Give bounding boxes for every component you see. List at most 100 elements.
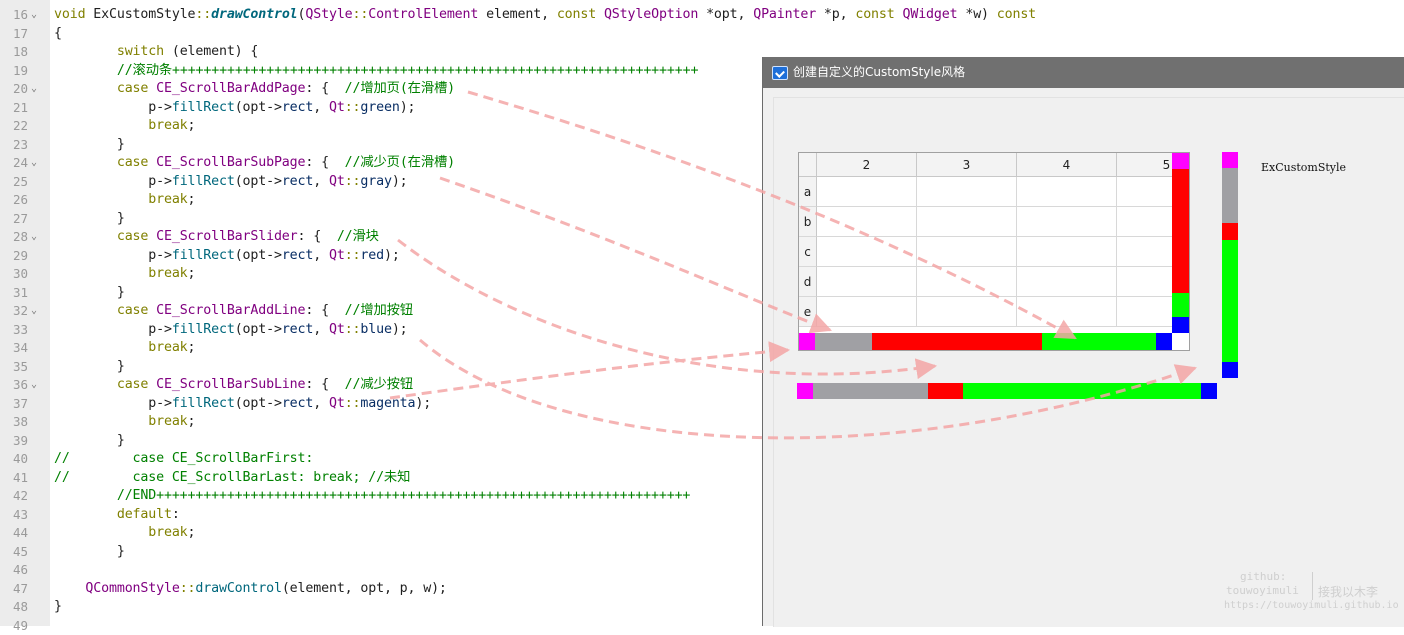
hscroll-sub-line-button[interactable]: [797, 383, 813, 399]
code-line[interactable]: 39 }: [0, 432, 760, 450]
code-line[interactable]: 38 break;: [0, 413, 760, 431]
hscroll-sub-page[interactable]: [813, 383, 928, 399]
table-cell[interactable]: [817, 237, 917, 267]
line-number: 18: [12, 44, 28, 59]
line-number: 28: [12, 229, 28, 244]
table-cell[interactable]: [1017, 177, 1117, 207]
code-text: //END+++++++++++++++++++++++++++++++++++…: [54, 487, 691, 505]
column-header[interactable]: 2: [817, 153, 917, 177]
code-line[interactable]: 31 }: [0, 284, 760, 302]
code-line[interactable]: 41 // case CE_ScrollBarLast: break; //未知: [0, 469, 760, 487]
code-token: }: [54, 599, 62, 614]
code-line[interactable]: 28 ⌄ case CE_ScrollBarSlider: { //滑块: [0, 228, 760, 246]
column-header[interactable]: 3: [917, 153, 1017, 177]
table-cell[interactable]: [917, 297, 1017, 327]
table-vscroll-add-line-button[interactable]: [1172, 317, 1189, 333]
fold-chevron-icon[interactable]: ⌄: [31, 6, 41, 24]
fold-chevron-icon[interactable]: ⌄: [31, 302, 41, 320]
code-line[interactable]: 42 //END++++++++++++++++++++++++++++++++…: [0, 487, 760, 505]
code-line[interactable]: 27 }: [0, 210, 760, 228]
table-cell[interactable]: [1017, 267, 1117, 297]
code-line[interactable]: 40 // case CE_ScrollBarFirst:: [0, 450, 760, 468]
code-token: rect: [281, 321, 314, 337]
code-line[interactable]: 36 ⌄ case CE_ScrollBarSubLine: { //减少按钮: [0, 376, 760, 394]
line-number: 34: [12, 340, 28, 355]
table-hscroll-add-page[interactable]: [1042, 333, 1156, 350]
code-text: case CE_ScrollBarSubPage: { //减少页(在滑槽): [54, 154, 455, 172]
table-cell[interactable]: [817, 297, 917, 327]
code-line[interactable]: 18 switch (element) {: [0, 43, 760, 61]
code-line[interactable]: 22 break;: [0, 117, 760, 135]
code-line[interactable]: 19 //滚动条++++++++++++++++++++++++++++++++…: [0, 62, 760, 80]
code-line[interactable]: 33 p->fillRect(opt->rect, Qt::blue);: [0, 321, 760, 339]
code-line[interactable]: 26 break;: [0, 191, 760, 209]
vscroll-add-line-button[interactable]: [1222, 362, 1238, 378]
table-vscroll-add-page[interactable]: [1172, 293, 1189, 317]
code-line[interactable]: 17 {: [0, 25, 760, 43]
table-vscroll-sub-line-button[interactable]: [1172, 153, 1189, 169]
table-cell[interactable]: [817, 267, 917, 297]
row-header[interactable]: d: [799, 267, 817, 297]
fold-chevron-icon[interactable]: ⌄: [31, 80, 41, 98]
row-header[interactable]: e: [799, 297, 817, 327]
vscroll-add-page[interactable]: [1222, 240, 1238, 362]
table-hscroll-slider[interactable]: [872, 333, 1042, 350]
code-line[interactable]: 21 p->fillRect(opt->rect, Qt::green);: [0, 99, 760, 117]
code-line[interactable]: 23 }: [0, 136, 760, 154]
table-cell[interactable]: [1017, 207, 1117, 237]
vscroll-sub-line-button[interactable]: [1222, 152, 1238, 168]
hscroll-slider[interactable]: [928, 383, 963, 399]
table-corner-button[interactable]: [799, 153, 817, 177]
table-cell[interactable]: [1017, 297, 1117, 327]
vscroll-slider[interactable]: [1222, 223, 1238, 240]
code-line[interactable]: 43 default:: [0, 506, 760, 524]
table-cell[interactable]: [817, 207, 917, 237]
code-line[interactable]: 45 }: [0, 543, 760, 561]
table-cell[interactable]: [917, 207, 1017, 237]
table-cell[interactable]: [917, 237, 1017, 267]
table-cell[interactable]: [917, 267, 1017, 297]
fold-chevron-icon[interactable]: ⌄: [31, 154, 41, 172]
code-line[interactable]: 25 p->fillRect(opt->rect, Qt::gray);: [0, 173, 760, 191]
code-line[interactable]: 37 p->fillRect(opt->rect, Qt::magenta);: [0, 395, 760, 413]
table-hscroll-add-line-button[interactable]: [1156, 333, 1172, 350]
line-number: 48: [12, 599, 28, 614]
hscroll-add-page[interactable]: [963, 383, 1201, 399]
code-token: : {: [305, 155, 345, 170]
row-header[interactable]: a: [799, 177, 817, 207]
code-token: ::: [344, 99, 361, 115]
table-cell[interactable]: [917, 177, 1017, 207]
fold-chevron-icon[interactable]: ⌄: [31, 228, 41, 246]
code-line[interactable]: 48}: [0, 598, 760, 616]
window-titlebar[interactable]: 创建自定义的CustomStyle风格: [763, 57, 1404, 88]
code-line[interactable]: 32 ⌄ case CE_ScrollBarAddLine: { //增加按钮: [0, 302, 760, 320]
column-header[interactable]: 4: [1017, 153, 1117, 177]
table-hscroll-sub-page[interactable]: [815, 333, 872, 350]
code-line[interactable]: 35 }: [0, 358, 760, 376]
code-line[interactable]: 47 QCommonStyle::drawControl(element, op…: [0, 580, 760, 598]
line-number: 45: [12, 543, 28, 559]
code-line[interactable]: 24 ⌄ case CE_ScrollBarSubPage: { //减少页(在滑…: [0, 154, 760, 172]
code-token: (opt->: [234, 395, 282, 411]
table-vscroll-slider[interactable]: [1172, 169, 1189, 293]
table-cell[interactable]: [817, 177, 917, 207]
code-line[interactable]: 30 break;: [0, 265, 760, 283]
fold-chevron-icon[interactable]: ⌄: [31, 376, 41, 394]
table-widget[interactable]: 2345abcde: [798, 152, 1190, 351]
code-line[interactable]: 20 ⌄ case CE_ScrollBarAddPage: { //增加页(在滑…: [0, 80, 760, 98]
hscroll-add-line-button[interactable]: [1201, 383, 1217, 399]
table-cell[interactable]: [1017, 237, 1117, 267]
code-line[interactable]: 34 break;: [0, 339, 760, 357]
row-header[interactable]: c: [799, 237, 817, 267]
vscroll-sub-page[interactable]: [1222, 168, 1238, 223]
code-line[interactable]: 29 p->fillRect(opt->rect, Qt::red);: [0, 247, 760, 265]
code-line[interactable]: 16 ⌄ void ExCustomStyle::drawControl(QStyl…: [0, 6, 1036, 24]
code-text: // case CE_ScrollBarLast: break; //未知: [54, 469, 410, 487]
code-line[interactable]: 44 break;: [0, 524, 760, 542]
code-token: //滚动条+++++++++++++++++++++++++++++++++++…: [54, 62, 699, 78]
table-hscroll-sub-line-button[interactable]: [799, 333, 815, 350]
code-token: ;: [187, 340, 196, 355]
code-line[interactable]: 46: [0, 561, 760, 579]
code-token: p->: [54, 247, 172, 263]
row-header[interactable]: b: [799, 207, 817, 237]
